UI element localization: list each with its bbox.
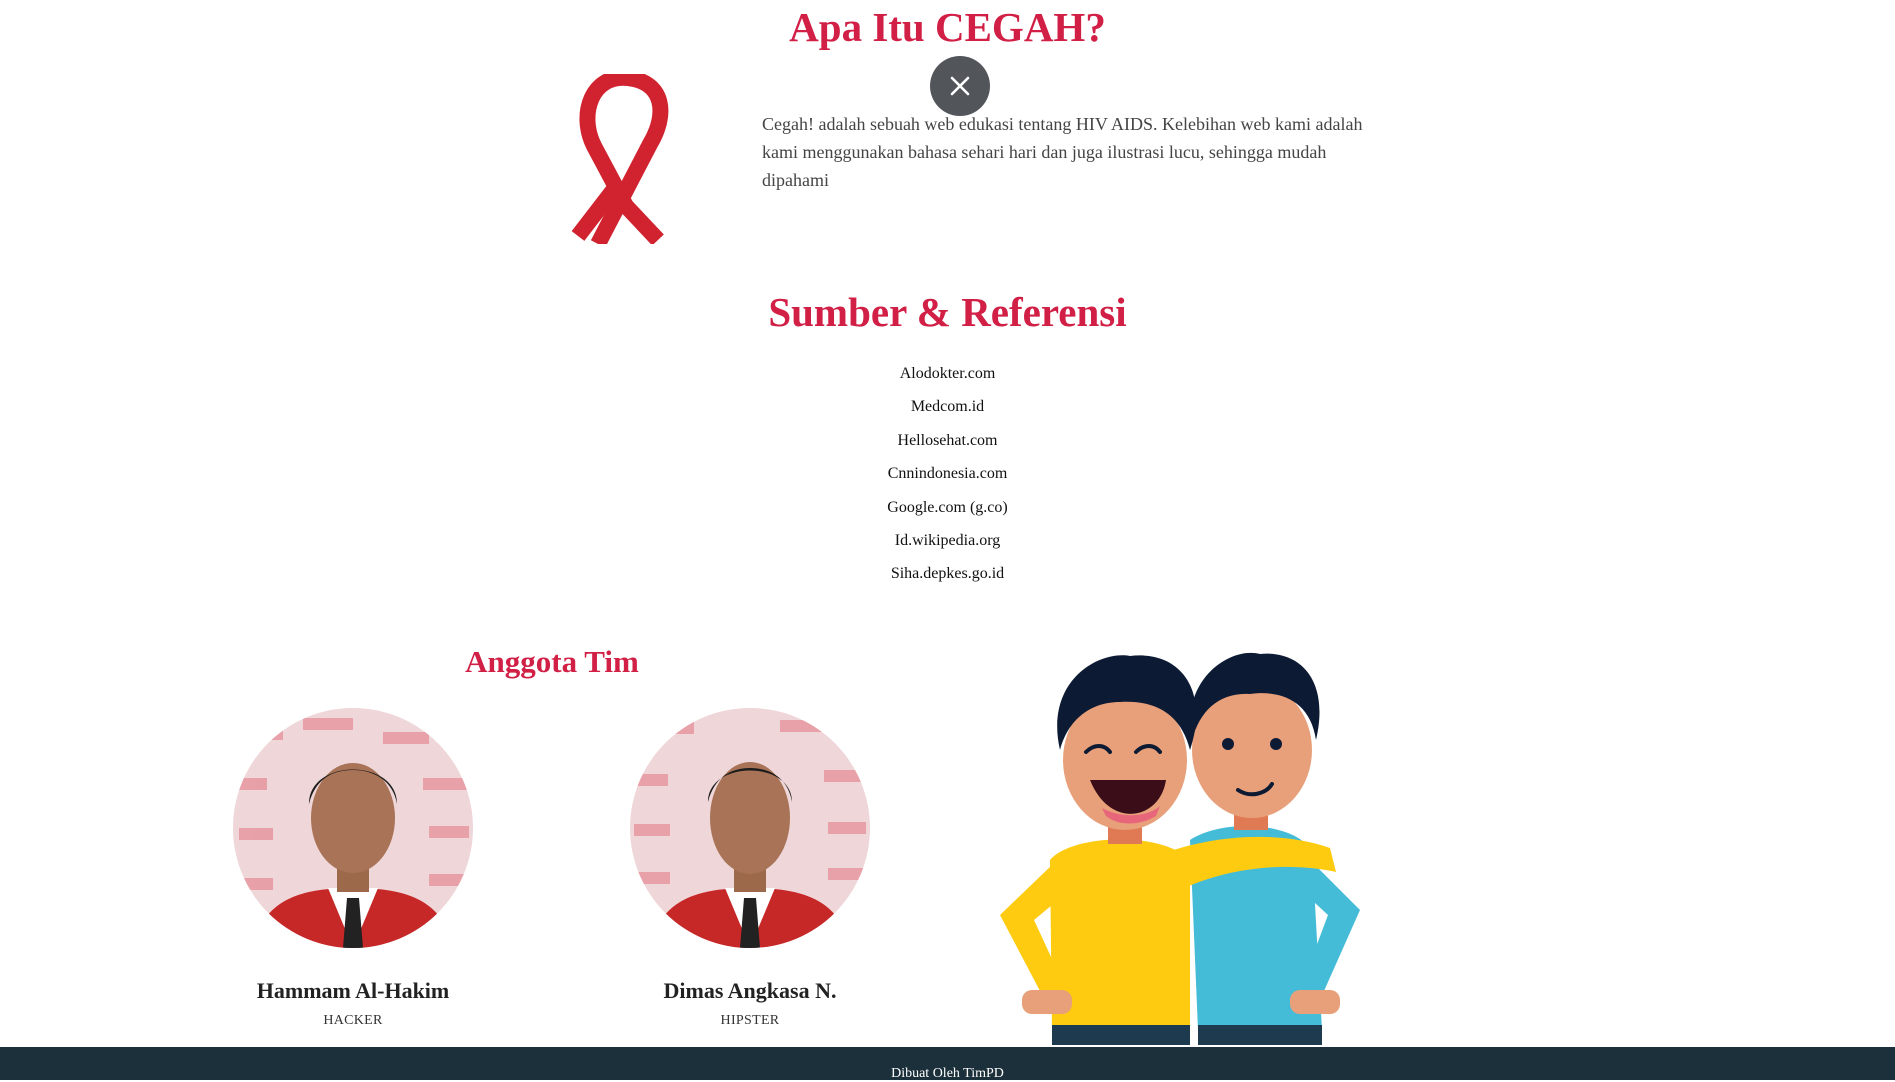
close-button[interactable] — [930, 56, 990, 116]
footer: Dibuat Oleh TimPD — [0, 1047, 1895, 1081]
reference-item: Medcom.id — [910, 398, 985, 416]
reference-item: Alodokter.com — [899, 365, 996, 382]
reference-item: Cnnindonesia.com — [887, 465, 1008, 483]
member-photo — [233, 708, 473, 948]
team-member-card: Hammam Al-Hakim HACKER — [223, 708, 483, 1029]
member-name: Dimas Angkasa N. — [663, 978, 837, 1003]
member-role: HACKER — [323, 1013, 383, 1028]
reference-item: Google.com (g.co) — [887, 498, 1008, 516]
member-role: HIPSTER — [720, 1013, 780, 1028]
reference-item: Id.wikipedia.org — [894, 531, 1001, 549]
close-icon[interactable] — [949, 75, 971, 97]
about-description: Cegah! adalah sebuah web edukasi tentang… — [762, 114, 1363, 190]
about-title: Apa Itu CEGAH? — [789, 4, 1106, 50]
footer-text: Dibuat Oleh TimPD — [891, 1066, 1004, 1081]
team-member-card: Dimas Angkasa N. HIPSTER — [620, 708, 880, 1029]
reference-item: Siha.depkes.go.id — [890, 565, 1005, 583]
red-ribbon-icon — [570, 69, 672, 248]
member-photo — [630, 708, 870, 948]
references-title: Sumber & Referensi — [768, 289, 1127, 335]
references-list: Alodokter.com Medcom.id Hellosehat.com C… — [0, 362, 1895, 596]
member-name: Hammam Al-Hakim — [256, 978, 450, 1003]
friends-illustration — [960, 640, 1410, 1048]
team-title: Anggota Tim — [465, 644, 639, 679]
reference-item: Hellosehat.com — [897, 431, 998, 449]
